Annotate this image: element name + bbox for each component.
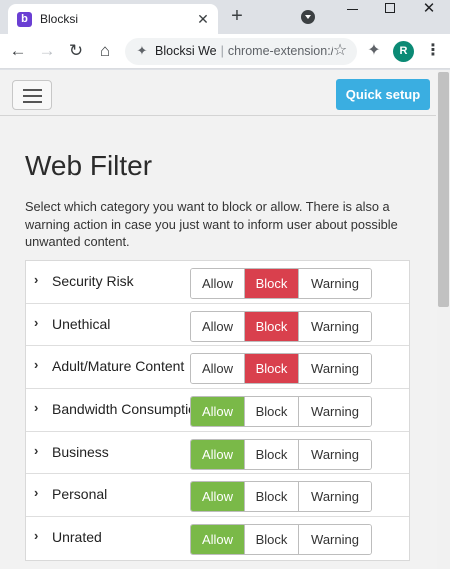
action-toggle-group: Allow Block Warning bbox=[190, 524, 372, 556]
browser-toolbar: ← → ↻ ⌂ ✦ Blocksi We | chrome-extension://… bbox=[0, 34, 450, 69]
allow-button[interactable]: Allow bbox=[191, 397, 245, 427]
tab-title: Blocksi bbox=[40, 12, 79, 26]
category-label[interactable]: Unrated bbox=[52, 529, 212, 545]
page-content: Quick setup Web Filter Select which cate… bbox=[0, 70, 450, 569]
filter-row: › Personal Allow Block Warning bbox=[26, 474, 409, 518]
block-button[interactable]: Block bbox=[245, 439, 299, 469]
chevron-right-icon[interactable]: › bbox=[34, 316, 44, 329]
chevron-right-icon[interactable]: › bbox=[34, 358, 44, 371]
tab-search-icon[interactable] bbox=[301, 10, 315, 24]
page-scrollbar[interactable] bbox=[437, 70, 450, 569]
block-button[interactable]: Block bbox=[245, 397, 299, 427]
chevron-right-icon[interactable]: › bbox=[34, 486, 44, 499]
browser-tab[interactable]: b Blocksi ✕ bbox=[8, 4, 218, 34]
warning-button[interactable]: Warning bbox=[299, 354, 371, 384]
filter-row: › Unethical Allow Block Warning bbox=[26, 304, 409, 347]
warning-button[interactable]: Warning bbox=[299, 482, 371, 512]
allow-button[interactable]: Allow bbox=[191, 311, 245, 341]
address-bar[interactable]: ✦ Blocksi We | chrome-extension:// ☆ bbox=[125, 38, 357, 65]
filter-row: › Unrated Allow Block Warning bbox=[26, 517, 409, 560]
allow-button[interactable]: Allow bbox=[191, 482, 245, 512]
category-label[interactable]: Unethical bbox=[52, 316, 212, 332]
chevron-right-icon[interactable]: › bbox=[34, 273, 44, 286]
app-header: Quick setup bbox=[0, 70, 436, 116]
chevron-right-icon[interactable]: › bbox=[34, 401, 44, 414]
minimize-icon bbox=[347, 9, 358, 10]
warning-button[interactable]: Warning bbox=[299, 311, 371, 341]
filter-row: › Business Allow Block Warning bbox=[26, 432, 409, 475]
tab-strip: b Blocksi ✕ + ✕ bbox=[0, 0, 450, 34]
window-close-button[interactable]: ✕ bbox=[411, 0, 447, 18]
category-label[interactable]: Bandwidth Consumption bbox=[52, 401, 212, 417]
warning-button[interactable]: Warning bbox=[299, 269, 371, 298]
block-button[interactable]: Block bbox=[245, 525, 299, 555]
category-label[interactable]: Adult/Mature Content bbox=[52, 358, 212, 374]
maximize-icon bbox=[385, 3, 395, 13]
warning-button[interactable]: Warning bbox=[299, 439, 371, 469]
tab-close-icon[interactable]: ✕ bbox=[195, 11, 211, 27]
address-text[interactable]: Blocksi We | chrome-extension:// bbox=[155, 44, 333, 58]
hamburger-menu-button[interactable] bbox=[12, 80, 52, 110]
address-site-name: Blocksi We bbox=[155, 44, 217, 58]
home-icon[interactable]: ⌂ bbox=[95, 41, 115, 61]
profile-avatar[interactable]: R bbox=[393, 41, 414, 62]
extensions-puzzle-icon[interactable]: ✦ bbox=[364, 41, 384, 61]
block-button[interactable]: Block bbox=[245, 482, 299, 512]
allow-button[interactable]: Allow bbox=[191, 525, 245, 555]
category-filter-table: › Security Risk Allow Block Warning › Unethica… bbox=[25, 260, 410, 561]
category-label[interactable]: Business bbox=[52, 444, 212, 460]
action-toggle-group: Allow Block Warning bbox=[190, 396, 372, 428]
filter-row: › Adult/Mature Content Allow Block Warning bbox=[26, 346, 409, 390]
allow-button[interactable]: Allow bbox=[191, 269, 245, 298]
new-tab-button[interactable]: + bbox=[227, 6, 247, 26]
filter-row: › Bandwidth Consumption Allow Block Warning bbox=[26, 389, 409, 432]
hamburger-line-icon bbox=[23, 89, 42, 91]
block-button[interactable]: Block bbox=[245, 269, 299, 298]
hamburger-line-icon bbox=[23, 95, 42, 97]
scrollbar-thumb[interactable] bbox=[438, 72, 449, 307]
blocksi-favicon-icon: b bbox=[17, 12, 32, 27]
chevron-right-icon[interactable]: › bbox=[34, 529, 44, 542]
address-separator: | bbox=[220, 44, 224, 58]
filter-row: › Security Risk Allow Block Warning bbox=[26, 261, 409, 304]
chevron-right-icon[interactable]: › bbox=[34, 444, 44, 457]
action-toggle-group: Allow Block Warning bbox=[190, 353, 372, 385]
forward-arrow-icon[interactable]: → bbox=[37, 41, 57, 61]
warning-button[interactable]: Warning bbox=[299, 525, 371, 555]
action-toggle-group: Allow Block Warning bbox=[190, 481, 372, 513]
bookmark-star-icon[interactable]: ☆ bbox=[331, 42, 349, 60]
warning-button[interactable]: Warning bbox=[299, 397, 371, 427]
block-button[interactable]: Block bbox=[245, 354, 299, 384]
allow-button[interactable]: Allow bbox=[191, 439, 245, 469]
page-description: Select which category you want to block … bbox=[25, 199, 398, 249]
action-toggle-group: Allow Block Warning bbox=[190, 268, 372, 299]
page-title: Web Filter bbox=[25, 150, 153, 181]
block-button[interactable]: Block bbox=[245, 311, 299, 341]
chrome-menu-icon[interactable]: ⋮ bbox=[423, 41, 443, 61]
maximize-button[interactable] bbox=[372, 0, 408, 18]
reload-icon[interactable]: ↻ bbox=[66, 41, 86, 61]
minimize-button[interactable] bbox=[334, 0, 370, 18]
allow-button[interactable]: Allow bbox=[191, 354, 245, 384]
category-label[interactable]: Personal bbox=[52, 486, 212, 502]
category-label[interactable]: Security Risk bbox=[52, 273, 212, 289]
address-url: chrome-extension:// bbox=[227, 44, 333, 58]
extension-page-icon[interactable]: ✦ bbox=[134, 43, 150, 59]
quick-setup-button[interactable]: Quick setup bbox=[336, 79, 430, 110]
action-toggle-group: Allow Block Warning bbox=[190, 310, 372, 342]
hamburger-line-icon bbox=[23, 101, 42, 103]
action-toggle-group: Allow Block Warning bbox=[190, 438, 372, 470]
back-arrow-icon[interactable]: ← bbox=[8, 41, 28, 61]
